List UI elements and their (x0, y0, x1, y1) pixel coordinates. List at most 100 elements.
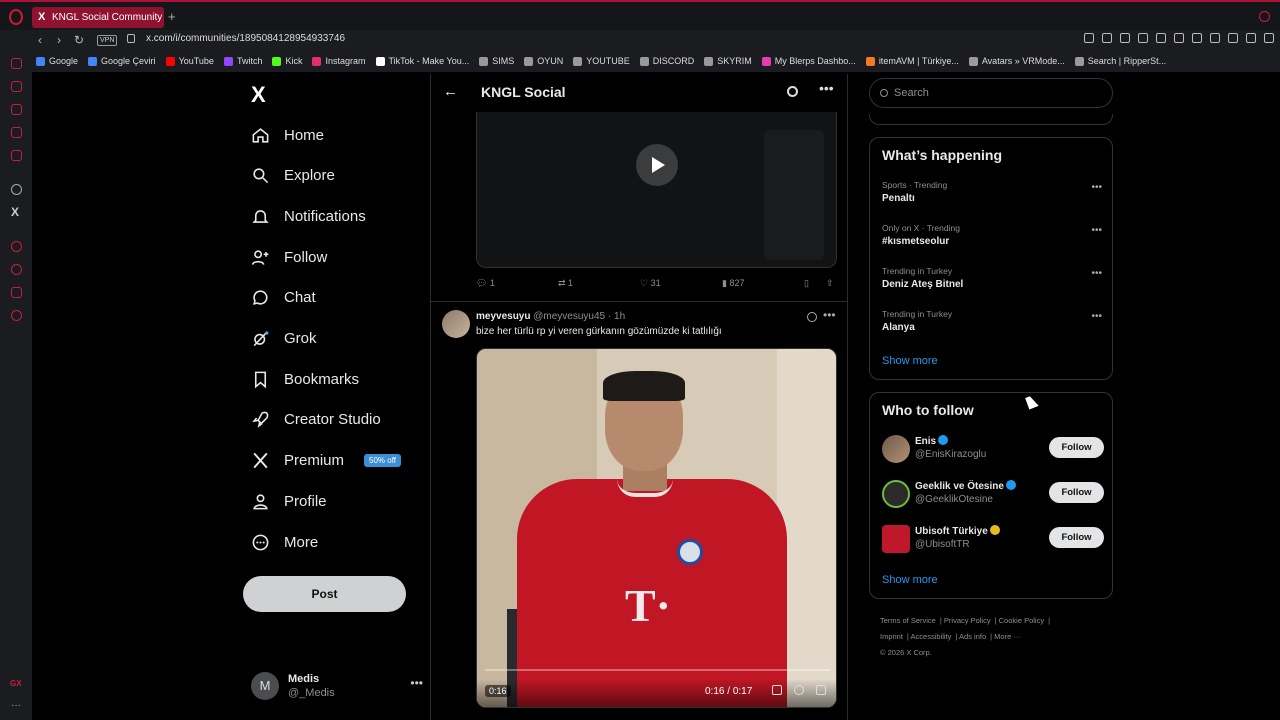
bookmark-item[interactable]: YOUTUBE (573, 52, 630, 70)
bookmark-item[interactable]: Avatars » VRMode... (968, 52, 1065, 70)
bookmark-post-icon[interactable]: ▯ (804, 278, 809, 289)
bookmark-item[interactable]: TikTok - Make You... (375, 52, 469, 70)
repost-button[interactable]: ⇄ 1 (558, 278, 573, 289)
bookmark-item[interactable]: Kick (272, 52, 302, 70)
bookmark-item[interactable]: YouTube (165, 52, 214, 70)
extensions-icon[interactable] (1210, 33, 1220, 43)
trend-item[interactable]: Trending in Turkey Alanya ••• (882, 309, 1102, 339)
vpn-badge[interactable]: VPN (97, 35, 118, 46)
like-button[interactable]: ♡ 31 (640, 278, 661, 289)
bookmark-item[interactable]: My Blerps Dashbo... (761, 52, 856, 70)
trend-menu-icon[interactable]: ••• (1091, 268, 1102, 279)
nav-follow[interactable]: Follow (251, 242, 327, 272)
video-progress-bar[interactable] (485, 669, 830, 671)
forward-icon[interactable]: › (57, 33, 61, 47)
heart-icon[interactable] (1192, 33, 1202, 43)
reply-button[interactable]: 💬︎ 1 (476, 278, 495, 289)
url-field[interactable]: x.com/i/communities/1895084128954933746 (146, 33, 345, 44)
sidebar-icon-7[interactable] (11, 287, 22, 298)
account-switcher[interactable]: M Medis @_Medis ••• (251, 670, 423, 704)
download-icon[interactable] (1246, 33, 1256, 43)
back-arrow-icon[interactable]: ← (443, 83, 458, 100)
bookmark-item[interactable]: itemAVM | Türkiye... (865, 52, 959, 70)
player-icon[interactable] (1174, 33, 1184, 43)
gx-icon[interactable]: GX (10, 679, 22, 688)
bookmark-item[interactable]: Google (36, 52, 78, 70)
avatar[interactable] (882, 435, 910, 463)
back-icon[interactable]: ‹ (38, 33, 42, 47)
share-icon[interactable]: ⇪ (826, 278, 834, 289)
follow-suggestion[interactable]: Ubisoft Türkiye @UbisoftTR Follow (882, 525, 1104, 557)
show-more-trends-link[interactable]: Show more (882, 355, 938, 367)
follow-button[interactable]: Follow (1049, 482, 1104, 503)
footer-link[interactable]: Terms of Service (880, 616, 936, 625)
chatgpt-icon[interactable] (11, 184, 22, 195)
avatar[interactable] (882, 525, 910, 553)
post-menu-icon[interactable]: ••• (823, 308, 836, 322)
trend-menu-icon[interactable]: ••• (1091, 182, 1102, 193)
nav-profile[interactable]: Profile (251, 486, 327, 516)
browser-tab[interactable]: X KNGL Social Community / (32, 7, 164, 28)
community-more-icon[interactable]: ••• (819, 80, 834, 96)
nav-grok[interactable]: Grok (251, 323, 317, 353)
nav-home[interactable]: Home (251, 120, 324, 150)
post-video-2[interactable]: T· 0:16 0:16 / 0:17 (476, 348, 837, 708)
lock-icon[interactable] (127, 34, 135, 43)
x-logo[interactable]: X (251, 82, 266, 108)
bookmark-item[interactable]: Search | RipperSt... (1074, 52, 1166, 70)
trend-menu-icon[interactable]: ••• (1091, 225, 1102, 236)
search-input[interactable]: Search (869, 78, 1113, 108)
footer-link[interactable]: Accessibility (911, 632, 952, 641)
sidebar-icon-2[interactable] (11, 81, 22, 92)
vpn-icon[interactable] (1156, 33, 1166, 43)
x-sidebar-icon[interactable]: X (11, 205, 19, 219)
follow-button[interactable]: Follow (1049, 527, 1104, 548)
community-search-icon[interactable] (787, 86, 798, 97)
follow-suggestion[interactable]: Enis @EnisKirazoglu Follow (882, 435, 1104, 467)
bookmark-item[interactable]: SIMS (479, 52, 514, 70)
sidebar-icon-3[interactable] (11, 104, 22, 115)
post-video-1[interactable] (476, 112, 837, 268)
reload-icon[interactable]: ↻ (74, 33, 84, 47)
new-tab-icon[interactable]: + (168, 10, 176, 24)
trend-item[interactable]: Trending in Turkey Deniz Ateş Bitnel ••• (882, 266, 1102, 296)
nav-creator-studio[interactable]: Creator Studio (251, 404, 381, 434)
views-button[interactable]: ▮ 827 (722, 278, 744, 289)
adblock-icon[interactable] (1120, 33, 1130, 43)
history-icon[interactable] (11, 264, 22, 275)
easy-setup-icon[interactable] (1228, 33, 1238, 43)
post-author-handle[interactable]: @meyvesuyu45 (533, 311, 605, 322)
sidebar-icon-4[interactable] (11, 127, 22, 138)
nav-explore[interactable]: Explore (251, 160, 335, 190)
footer-link[interactable]: Imprint (880, 632, 903, 641)
post-author-avatar[interactable] (442, 310, 470, 338)
nav-premium[interactable]: Premium 50% off (251, 445, 401, 475)
bookmark-item[interactable]: OYUN (524, 52, 563, 70)
fullscreen-icon[interactable] (816, 685, 826, 695)
footer-link[interactable]: Ads info (959, 632, 986, 641)
follow-suggestion[interactable]: Geeklik ve Ötesine @GeeklikOtesine Follo… (882, 480, 1104, 512)
avatar[interactable] (882, 480, 910, 508)
post-author-name[interactable]: meyvesuyu (476, 311, 530, 322)
bookmark-item[interactable]: SKYRIM (704, 52, 752, 70)
show-more-follow-link[interactable]: Show more (882, 574, 938, 586)
account-menu-icon[interactable]: ••• (410, 676, 423, 690)
trend-item[interactable]: Sports · Trending Penaltı ••• (882, 180, 1102, 210)
translate-icon[interactable] (1138, 33, 1148, 43)
nav-chat[interactable]: Chat (251, 282, 316, 312)
video-settings-icon[interactable] (794, 685, 804, 695)
follow-button[interactable]: Follow (1049, 437, 1104, 458)
nav-more[interactable]: More (251, 527, 318, 557)
nav-bookmarks[interactable]: Bookmarks (251, 364, 359, 394)
settings-icon[interactable] (11, 310, 22, 321)
sidebar-icon-5[interactable] (11, 150, 22, 161)
sidebar-more-icon[interactable]: ··· (11, 700, 21, 711)
bookmark-item[interactable]: Instagram (312, 52, 366, 70)
bookmark-item[interactable]: Twitch (223, 52, 262, 70)
tab-search-icon[interactable] (1259, 11, 1270, 22)
opera-logo-icon[interactable] (9, 9, 23, 25)
trend-item[interactable]: Only on X · Trending #kısmetseolur ••• (882, 223, 1102, 253)
sidebar-icon-6[interactable] (11, 241, 22, 252)
snapshot-icon[interactable] (1102, 33, 1112, 43)
footer-link[interactable]: Cookie Policy (999, 616, 1044, 625)
